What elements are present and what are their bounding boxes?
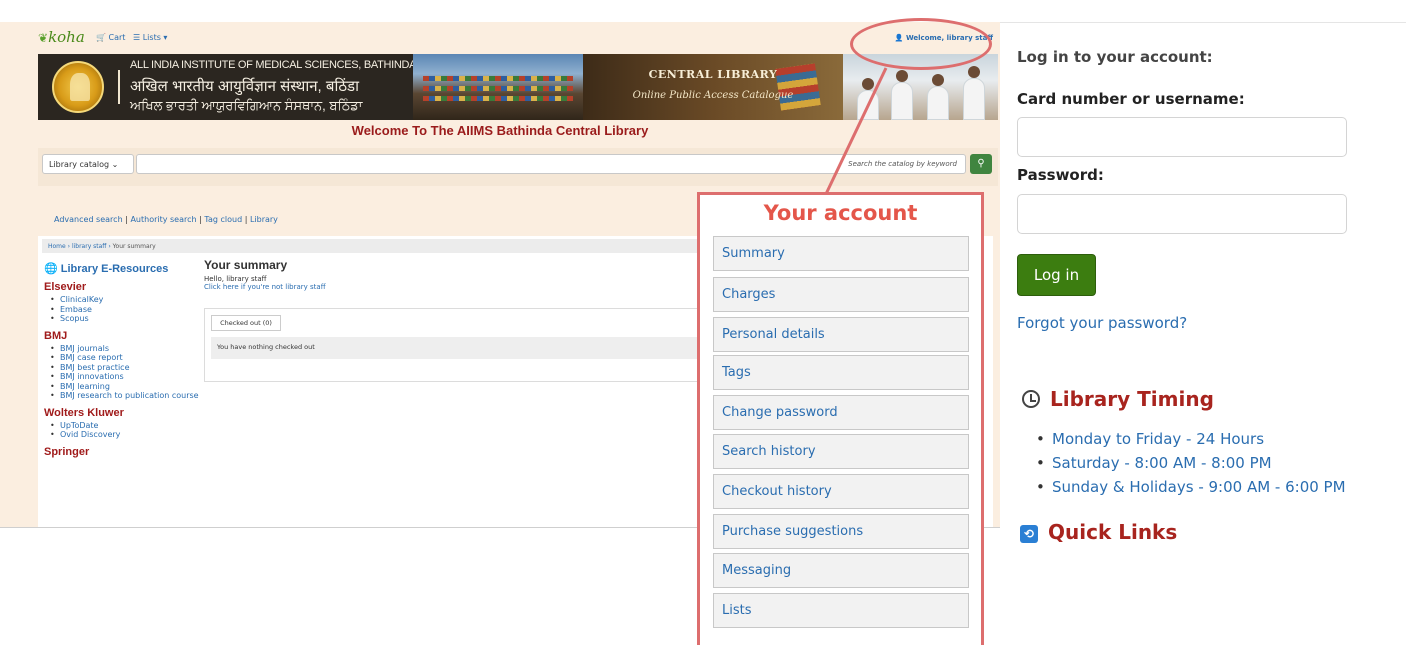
account-menu-summary[interactable]: Summary — [713, 236, 969, 271]
library-timing-heading: Library Timing — [1022, 387, 1214, 411]
quick-links-heading: ⟲ Quick Links — [1020, 520, 1177, 544]
refresh-link-icon: ⟲ — [1020, 525, 1038, 543]
timing-item: Monday to Friday - 24 Hours — [1036, 427, 1346, 451]
library-timing-text: Library Timing — [1050, 387, 1214, 411]
account-menu-tags[interactable]: Tags — [713, 355, 969, 390]
account-menu-charges[interactable]: Charges — [713, 277, 969, 312]
account-menu-lists[interactable]: Lists — [713, 593, 969, 628]
password-label: Password: — [1017, 166, 1104, 184]
timing-list: Monday to Friday - 24 Hours Saturday - 8… — [1036, 427, 1346, 499]
account-menu-checkout-history[interactable]: Checkout history — [713, 474, 969, 509]
login-button[interactable]: Log in — [1017, 254, 1096, 296]
account-menu-search-history[interactable]: Search history — [713, 434, 969, 469]
account-menu-personal-details[interactable]: Personal details — [713, 317, 969, 352]
card-number-input[interactable] — [1017, 117, 1347, 157]
login-panel: Log in to your account: Card number or u… — [1000, 22, 1406, 645]
login-title: Log in to your account: — [1017, 48, 1213, 66]
welcome-highlight-circle — [850, 18, 992, 70]
account-menu-messaging[interactable]: Messaging — [713, 553, 969, 588]
account-menu-change-password[interactable]: Change password — [713, 395, 969, 430]
your-account-panel: Your account Summary Charges Personal de… — [697, 192, 984, 645]
quick-links-text: Quick Links — [1048, 520, 1178, 544]
clock-icon — [1022, 390, 1040, 408]
account-panel-title: Your account — [763, 201, 918, 225]
timing-item: Saturday - 8:00 AM - 8:00 PM — [1036, 451, 1346, 475]
card-number-label: Card number or username: — [1017, 90, 1245, 108]
forgot-password-link[interactable]: Forgot your password? — [1017, 314, 1187, 332]
account-menu-purchase-suggestions[interactable]: Purchase suggestions — [713, 514, 969, 549]
password-input[interactable] — [1017, 194, 1347, 234]
timing-item: Sunday & Holidays - 9:00 AM - 6:00 PM — [1036, 475, 1346, 499]
